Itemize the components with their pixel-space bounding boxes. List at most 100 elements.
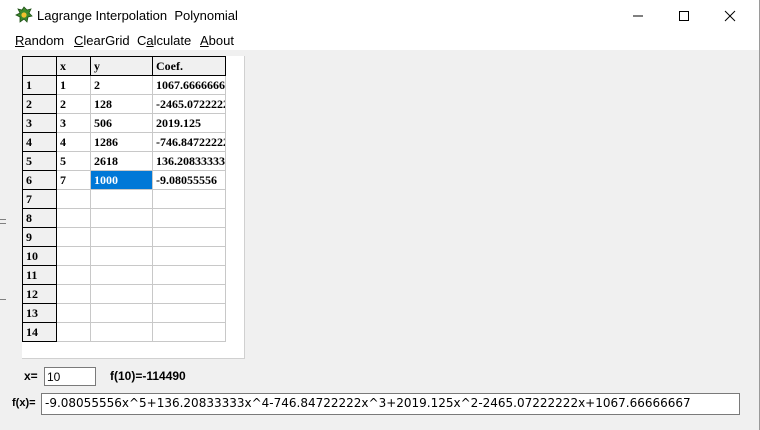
grid-row-header: 10 (22, 246, 57, 266)
grid-cell-coef[interactable]: -2465.07222222 (152, 94, 226, 114)
grid-cell-y[interactable]: 128 (90, 94, 153, 114)
grid-cell-x[interactable] (56, 322, 91, 342)
grid-table: x y Coef. 1 1 2 1067.66666667 2 2 128 -2465.072… (22, 56, 226, 342)
grid-cell-coef[interactable] (152, 265, 226, 285)
grid-cell-x[interactable] (56, 265, 91, 285)
menu-cleargrid[interactable]: ClearGrid (74, 33, 130, 48)
grid-cell-coef[interactable] (152, 189, 226, 209)
grid-cell-y[interactable]: 1000 (90, 170, 153, 190)
table-row[interactable]: 1 1 2 1067.66666667 (22, 75, 226, 95)
grid-cell-y[interactable] (90, 284, 153, 304)
grid-cell-x[interactable] (56, 246, 91, 266)
grid-header-x[interactable]: x (56, 56, 91, 76)
x-value-input[interactable] (44, 367, 96, 386)
grid-cell-y[interactable]: 1286 (90, 132, 153, 152)
app-window: Lagrange Interpolation Polynomial Random… (0, 0, 760, 430)
table-row[interactable]: 9 (22, 227, 226, 247)
menu-random-label: andom (24, 33, 65, 48)
table-row[interactable]: 13 (22, 303, 226, 323)
data-grid[interactable]: x y Coef. 1 1 2 1067.66666667 2 2 128 -2465.072… (22, 56, 245, 359)
menu-random-mnemonic: R (15, 33, 25, 48)
grid-header-y[interactable]: y (90, 56, 153, 76)
grid-row-header: 11 (22, 265, 57, 285)
grid-header-row: x y Coef. (22, 56, 226, 76)
grid-cell-x[interactable]: 5 (56, 151, 91, 171)
grid-cell-y[interactable] (90, 208, 153, 228)
grid-row-header: 8 (22, 208, 57, 228)
table-row[interactable]: 3 3 506 2019.125 (22, 113, 226, 133)
grid-cell-y[interactable] (90, 265, 153, 285)
table-row[interactable]: 7 (22, 189, 226, 209)
grid-row-header: 2 (22, 94, 57, 114)
grid-cell-coef[interactable]: 136.20833333 (152, 151, 226, 171)
title-bar[interactable]: Lagrange Interpolation Polynomial (0, 0, 759, 31)
grid-cell-coef[interactable] (152, 246, 226, 266)
menu-about-label: bout (208, 33, 234, 48)
grid-row-header: 13 (22, 303, 57, 323)
grid-row-header: 9 (22, 227, 57, 247)
grid-cell-y[interactable] (90, 246, 153, 266)
maximize-icon (679, 10, 689, 21)
grid-cell-y[interactable] (90, 227, 153, 247)
background-window-edge (0, 219, 6, 220)
table-row[interactable]: 12 (22, 284, 226, 304)
grid-row-header: 5 (22, 151, 57, 171)
table-row[interactable]: 14 (22, 322, 226, 342)
grid-row-header: 4 (22, 132, 57, 152)
table-row[interactable]: 22128-2465.07222222 (22, 94, 226, 114)
grid-row-header: 6 (22, 170, 57, 190)
grid-cell-coef[interactable]: 2019.125 (152, 113, 226, 133)
grid-row-header: 14 (22, 322, 57, 342)
maximize-button[interactable] (661, 0, 707, 31)
table-row[interactable]: 8 (22, 208, 226, 228)
grid-cell-x[interactable]: 3 (56, 113, 91, 133)
polynomial-output-field[interactable]: -9.08055556x^5+136.20833333x^4-746.84722… (41, 393, 740, 415)
minimize-button[interactable] (615, 0, 661, 31)
table-row[interactable]: 6 7 1000 -9.08055556 (22, 170, 226, 190)
close-icon (724, 10, 736, 21)
grid-cell-coef[interactable]: 1067.66666667 (152, 75, 226, 95)
background-window-edge (0, 223, 6, 224)
grid-cell-y[interactable] (90, 322, 153, 342)
menu-bar: Random ClearGrid Calculate About (0, 31, 759, 50)
grid-cell-coef[interactable] (152, 303, 226, 323)
grid-cell-x[interactable] (56, 208, 91, 228)
menu-cleargrid-label: learGrid (83, 33, 130, 48)
grid-cell-x[interactable]: 1 (56, 75, 91, 95)
menu-calculate[interactable]: Calculate (137, 33, 191, 48)
menu-calculate-mnemonic: a (146, 33, 154, 48)
grid-cell-x[interactable]: 2 (56, 94, 91, 114)
grid-cell-x[interactable] (56, 303, 91, 323)
grid-cell-coef[interactable]: -746.84722222 (152, 132, 226, 152)
menu-calculate-label: lculate (153, 33, 192, 48)
menu-cleargrid-mnemonic: C (74, 33, 84, 48)
grid-cell-y[interactable] (90, 303, 153, 323)
polynomial-label: f(x)= (12, 397, 36, 409)
app-logo-icon (15, 6, 33, 23)
grid-cell-coef[interactable] (152, 284, 226, 304)
grid-cell-y[interactable]: 2618 (90, 151, 153, 171)
x-label: x= (24, 369, 38, 383)
grid-cell-x[interactable] (56, 227, 91, 247)
grid-cell-y[interactable]: 2 (90, 75, 153, 95)
table-row[interactable]: 5 5 2618 136.20833333 (22, 151, 226, 171)
grid-cell-x[interactable] (56, 284, 91, 304)
grid-cell-x[interactable] (56, 189, 91, 209)
table-row[interactable]: 11 (22, 265, 226, 285)
grid-header-coef[interactable]: Coef. (152, 56, 226, 76)
grid-cell-coef[interactable] (152, 322, 226, 342)
grid-cell-coef[interactable] (152, 208, 226, 228)
table-row[interactable]: 10 (22, 246, 226, 266)
grid-cell-coef[interactable] (152, 227, 226, 247)
minimize-icon (633, 15, 643, 16)
grid-cell-coef[interactable]: -9.08055556 (152, 170, 226, 190)
table-row[interactable]: 4 4 1286 -746.84722222 (22, 132, 226, 152)
grid-cell-y[interactable] (90, 189, 153, 209)
evaluation-result: f(10)=-114490 (110, 369, 186, 383)
grid-cell-y[interactable]: 506 (90, 113, 153, 133)
menu-random[interactable]: Random (15, 33, 64, 48)
grid-cell-x[interactable]: 4 (56, 132, 91, 152)
grid-cell-x[interactable]: 7 (56, 170, 91, 190)
menu-about[interactable]: About (200, 33, 234, 48)
close-button[interactable] (707, 0, 753, 31)
